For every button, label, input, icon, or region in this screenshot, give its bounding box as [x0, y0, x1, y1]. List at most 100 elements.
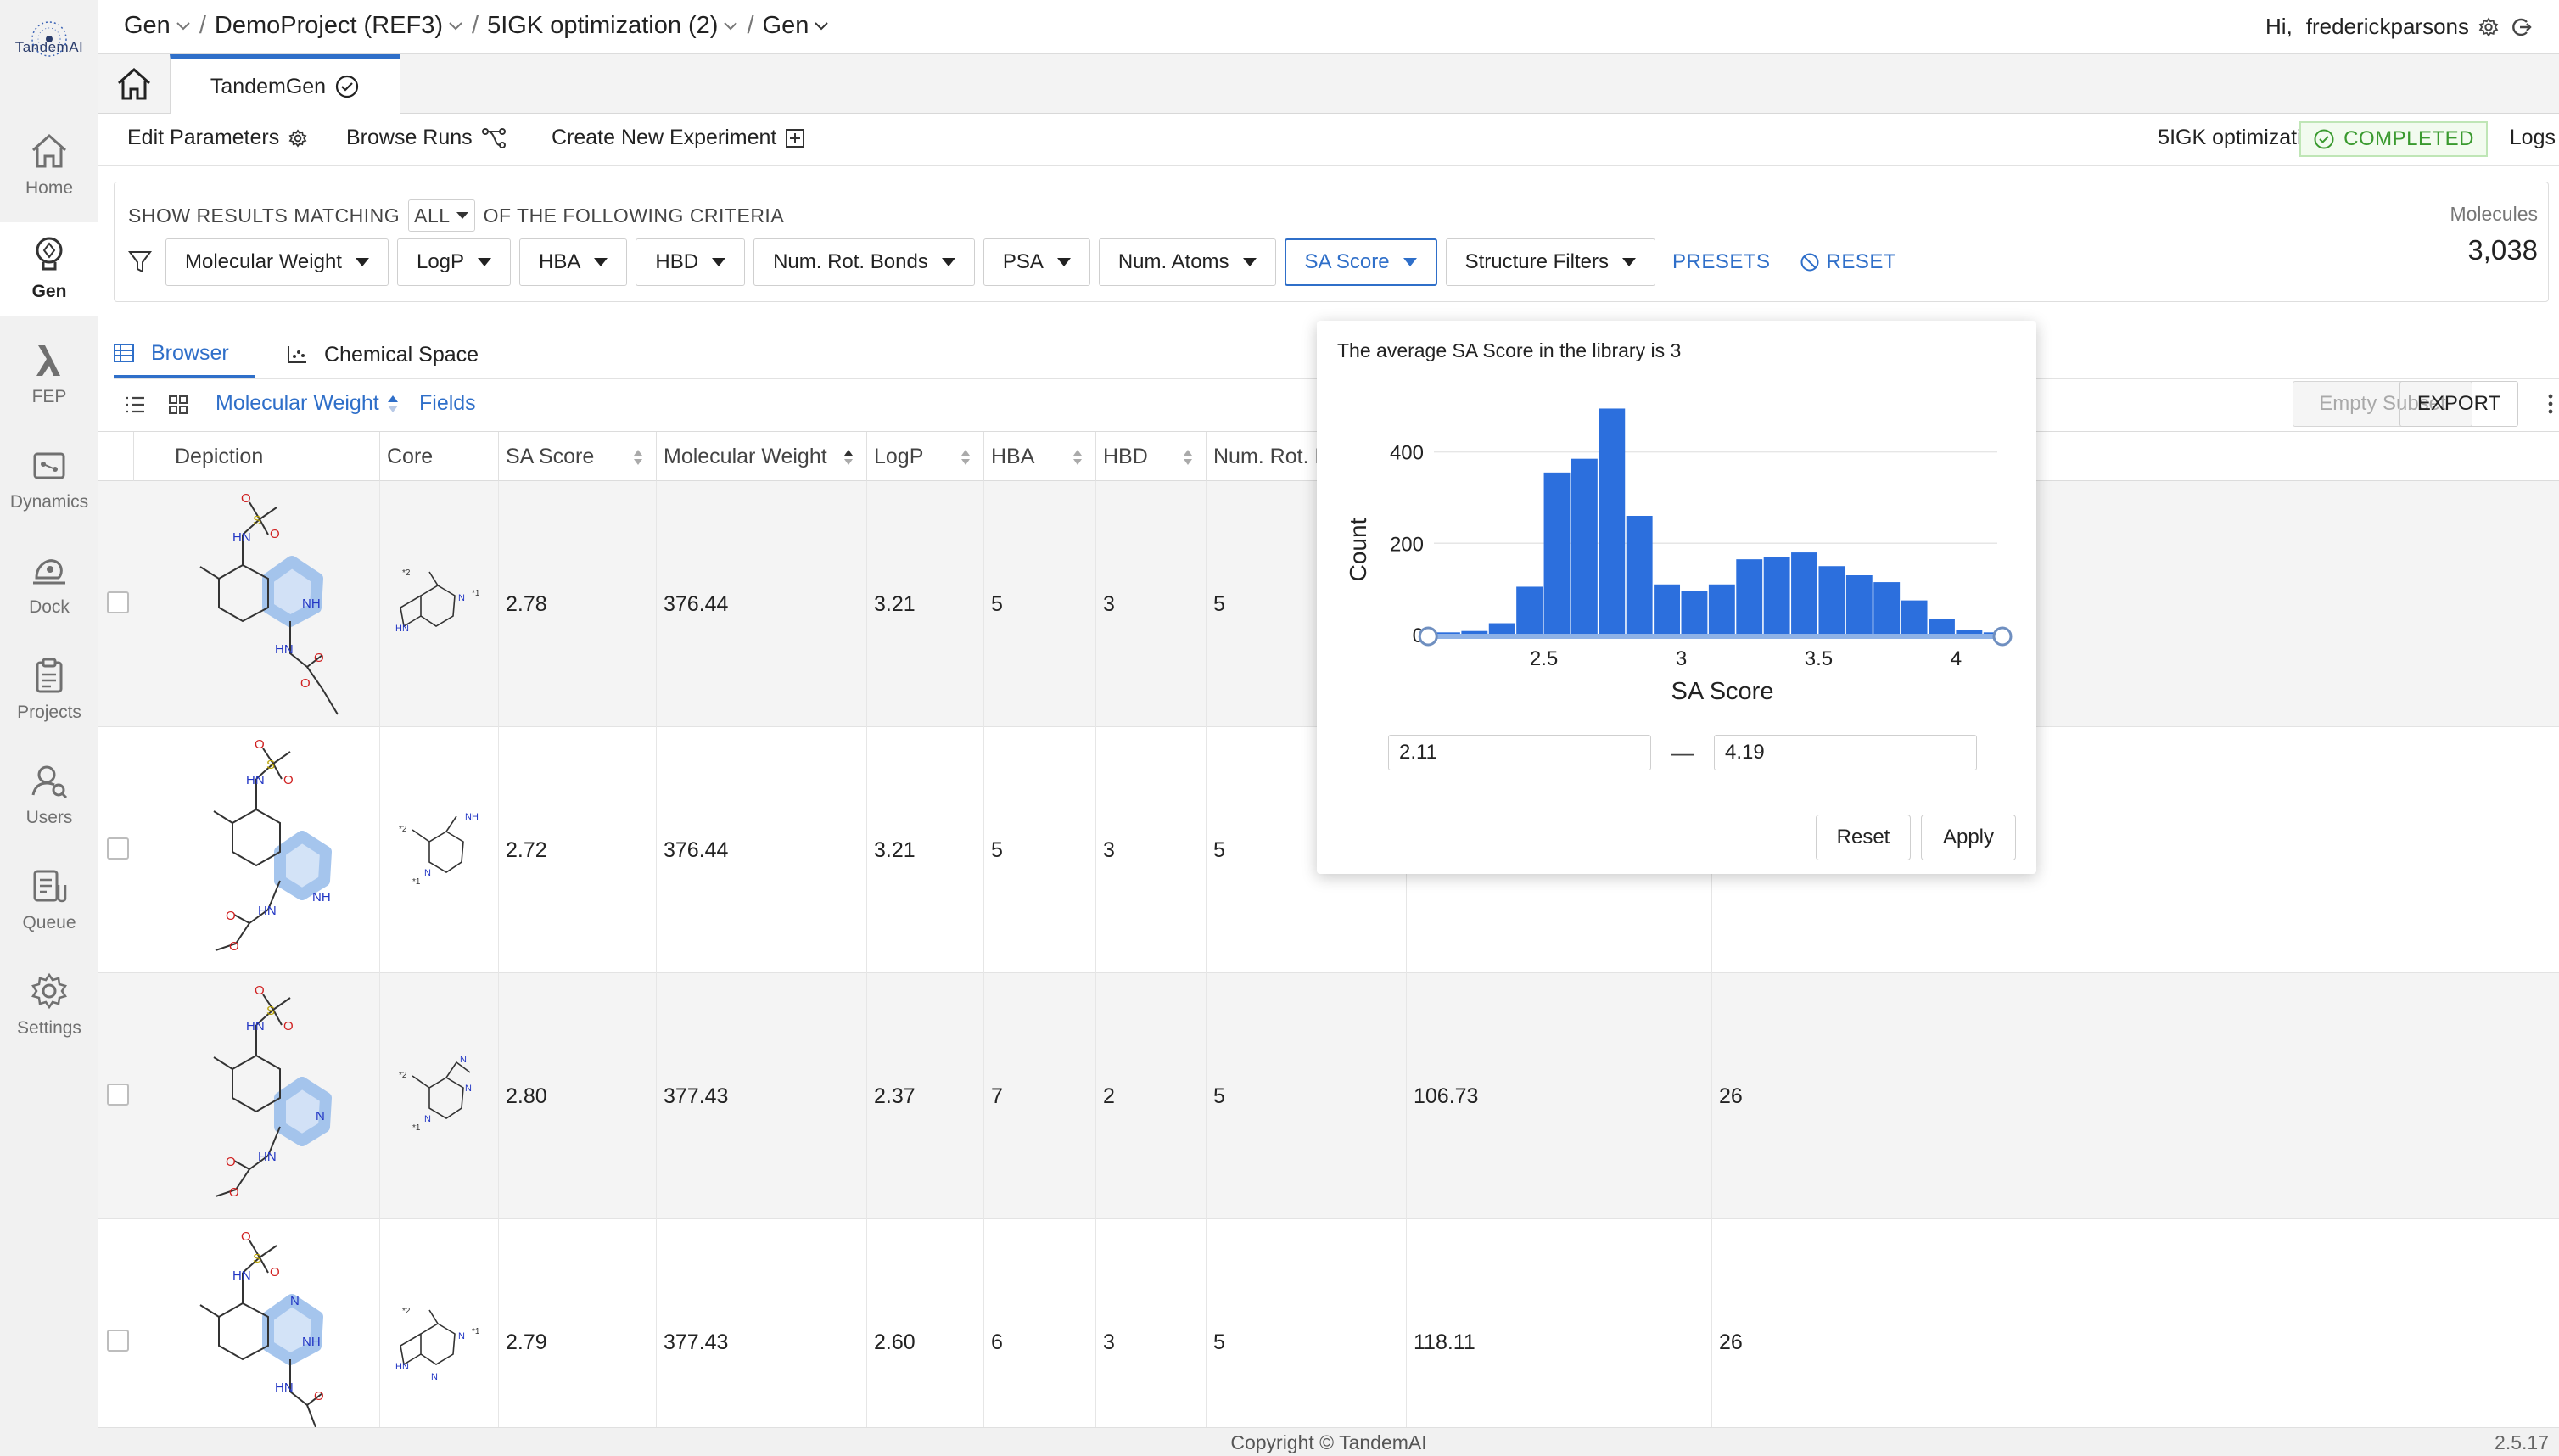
- chevron-down-icon: [176, 21, 190, 30]
- row-checkbox[interactable]: [107, 837, 129, 860]
- table-row[interactable]: HN S O O N NH HN O N HN N *1 *2 2.79 377.43 …: [98, 1219, 2559, 1427]
- breadcrumb-separator: /: [747, 12, 754, 39]
- svg-text:N: N: [290, 1294, 300, 1308]
- logout-icon[interactable]: [2511, 17, 2532, 37]
- svg-text:O: O: [314, 651, 324, 665]
- gear-icon: [288, 128, 307, 148]
- sidebar-item-dynamics[interactable]: Dynamics: [0, 433, 98, 526]
- filter-molecular-weight[interactable]: Molecular Weight: [165, 238, 389, 286]
- breadcrumb-project[interactable]: DemoProject (REF3): [215, 12, 463, 40]
- depiction-cell: HN S O O N HN O O: [134, 973, 380, 1219]
- column-header-label: HBD: [1103, 444, 1148, 468]
- popover-reset-button[interactable]: Reset: [1816, 815, 1911, 860]
- breadcrumb-run[interactable]: 5IGK optimization (2): [487, 12, 738, 40]
- create-experiment-button[interactable]: Create New Experiment: [552, 126, 805, 150]
- filter-label: PSA: [1002, 250, 1044, 273]
- histogram-bar: [1901, 600, 1928, 635]
- popover-apply-button[interactable]: Apply: [1921, 815, 2016, 860]
- home-tab-button[interactable]: [115, 66, 154, 104]
- filter-logp[interactable]: LogP: [396, 238, 512, 286]
- sidebar-item-fep[interactable]: FEP: [0, 328, 98, 421]
- popover-title: The average SA Score in the library is 3: [1337, 339, 1682, 361]
- chevron-down-icon: [724, 21, 738, 30]
- svg-text:NH: NH: [302, 1335, 321, 1349]
- sidebar-item-settings[interactable]: Settings: [0, 959, 98, 1052]
- more-vertical-icon[interactable]: [2547, 393, 2554, 415]
- filter-sa-score[interactable]: SA Score: [1284, 238, 1437, 286]
- slider-min-handle[interactable]: [1418, 626, 1438, 647]
- browse-runs-button[interactable]: Browse Runs: [346, 126, 507, 150]
- fields-button[interactable]: Fields: [419, 391, 476, 416]
- filter-num-atoms[interactable]: Num. Atoms: [1098, 238, 1276, 286]
- histogram-bar: [1654, 584, 1681, 635]
- grid-view-icon[interactable]: [168, 395, 188, 415]
- scatter-chart-icon: [288, 346, 306, 363]
- block-icon: [1800, 253, 1819, 272]
- sidebar-item-queue[interactable]: Queue: [0, 854, 98, 947]
- sort-icon: [1184, 450, 1192, 465]
- sidebar-item-label: FEP: [31, 387, 67, 406]
- histogram-bar: [1845, 575, 1873, 635]
- histogram-bar: [1626, 516, 1653, 635]
- svg-text:*1: *1: [472, 1327, 480, 1336]
- x-tick-label: 4: [1951, 647, 1962, 670]
- column-header-depiction[interactable]: Depiction: [134, 432, 380, 481]
- tab-chemical-space[interactable]: Chemical Space: [287, 331, 479, 378]
- edit-parameters-button[interactable]: Edit Parameters: [127, 126, 308, 150]
- reset-filters-button[interactable]: RESET: [1800, 250, 1897, 274]
- svg-text:HN: HN: [246, 1019, 265, 1033]
- export-button[interactable]: EXPORT: [2399, 381, 2518, 427]
- column-header-core[interactable]: Core: [380, 432, 499, 481]
- sidebar-item-users[interactable]: Users: [0, 748, 98, 842]
- row-checkbox[interactable]: [107, 1330, 129, 1352]
- logo[interactable]: TandemAI: [7, 15, 92, 78]
- tab-browser[interactable]: Browser: [114, 331, 255, 378]
- filter-hbd[interactable]: HBD: [636, 238, 746, 286]
- user-menu[interactable]: Hi, frederickparsons: [2265, 14, 2532, 40]
- breadcrumb-module[interactable]: Gen: [124, 12, 191, 40]
- range-max-input[interactable]: [1714, 735, 1977, 770]
- y-axis-label: Count: [1345, 518, 1371, 581]
- histogram-bar: [1708, 584, 1735, 635]
- svg-text:HN: HN: [258, 904, 277, 918]
- sidebar-item-label: Projects: [17, 703, 81, 722]
- logs-link[interactable]: Logs: [2510, 126, 2556, 150]
- sidebar-item-dock[interactable]: Dock: [0, 538, 98, 631]
- sidebar-item-projects[interactable]: Projects: [0, 643, 98, 736]
- tab-tandemgen[interactable]: TandemGen: [170, 54, 400, 114]
- match-select[interactable]: ALL: [408, 199, 475, 232]
- row-checkbox[interactable]: [107, 591, 129, 613]
- row-checkbox[interactable]: [107, 1084, 129, 1106]
- filter-structure-filters[interactable]: Structure Filters: [1445, 238, 1655, 286]
- x-tick-label: 3: [1676, 647, 1687, 670]
- column-header-sa-score[interactable]: SA Score: [499, 432, 657, 481]
- svg-text:O: O: [283, 773, 294, 787]
- gear-icon[interactable]: [2478, 16, 2500, 38]
- filter-num-rot-bonds[interactable]: Num. Rot. Bonds: [753, 238, 975, 286]
- core-cell: N HN *1 *2: [380, 481, 499, 727]
- slider-max-handle[interactable]: [1992, 626, 2013, 647]
- histogram-bar: [1818, 566, 1845, 635]
- filter-psa[interactable]: PSA: [983, 238, 1090, 286]
- breadcrumb-module-label: Gen: [124, 12, 171, 39]
- filter-hba[interactable]: HBA: [519, 238, 628, 286]
- sort-field-selector[interactable]: Molecular Weight: [216, 391, 400, 416]
- list-view-icon[interactable]: [124, 395, 146, 415]
- column-header-hba[interactable]: HBA: [984, 432, 1096, 481]
- table-row[interactable]: HN S O O N HN O O N N N *2 *1 2.80 377.43 2.…: [98, 973, 2559, 1219]
- range-min-input[interactable]: [1388, 735, 1651, 770]
- svg-text:N: N: [460, 1055, 467, 1065]
- svg-text:O: O: [229, 939, 239, 954]
- presets-button[interactable]: PRESETS: [1672, 250, 1771, 274]
- svg-text:N: N: [458, 1331, 465, 1341]
- breadcrumb-tool[interactable]: Gen: [763, 12, 830, 40]
- column-header-logp[interactable]: LogP: [867, 432, 984, 481]
- column-header-hbd[interactable]: HBD: [1096, 432, 1207, 481]
- sidebar-item-home[interactable]: Home: [0, 119, 98, 212]
- svg-text:S: S: [253, 513, 261, 528]
- tab-label: TandemGen: [210, 74, 327, 98]
- filter-label: SA Score: [1304, 250, 1390, 273]
- hbd-cell: 2: [1096, 973, 1207, 1219]
- sidebar-item-gen[interactable]: Gen: [0, 222, 98, 316]
- column-header-molecular-weight[interactable]: Molecular Weight: [657, 432, 867, 481]
